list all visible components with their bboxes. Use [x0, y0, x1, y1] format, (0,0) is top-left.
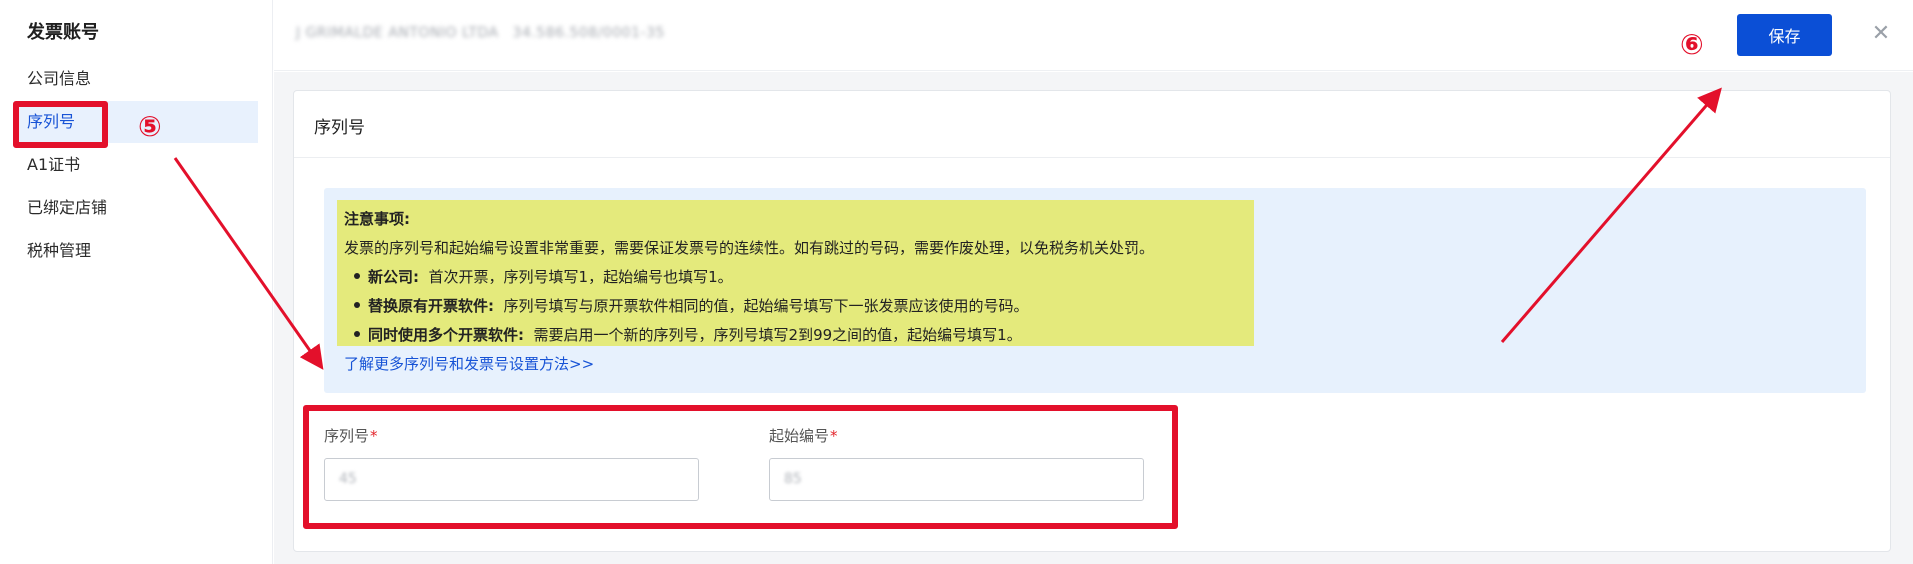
- notice-item-text: 序列号填写与原开票软件相同的值，起始编号填写下一张发票应该使用的号码。: [503, 297, 1029, 315]
- sidebar-item-company-info[interactable]: 公司信息: [14, 58, 258, 100]
- start-number-label: 起始编号*: [769, 427, 838, 445]
- required-mark: *: [370, 427, 378, 445]
- serial-number-label: 序列号*: [324, 427, 378, 445]
- notice-title: 注意事项:: [344, 210, 410, 228]
- sidebar-item-tax-management[interactable]: 税种管理: [14, 230, 258, 272]
- start-number-input[interactable]: 85: [769, 458, 1144, 501]
- top-bar: J GRIMALDE ANTONIO LTDA 34.586.508/0001-3…: [274, 0, 1913, 71]
- card-header: 序列号: [294, 91, 1890, 158]
- sidebar-item-a1-certificate[interactable]: A1证书: [14, 144, 258, 186]
- close-icon[interactable]: ✕: [1866, 19, 1896, 49]
- bullet-icon: [354, 330, 360, 337]
- required-mark: *: [830, 427, 838, 445]
- sidebar-item-serial-number[interactable]: 序列号: [14, 101, 258, 143]
- bullet-icon: [354, 272, 360, 279]
- serial-number-input[interactable]: 45: [324, 458, 699, 501]
- main-content: 序列号 注意事项: 发票的序列号和起始编号设置非常重要，需要保证发票号的连续性。…: [274, 72, 1913, 564]
- sidebar-item-bound-stores[interactable]: 已绑定店铺: [14, 187, 258, 229]
- start-number-value: 85: [784, 471, 802, 487]
- sidebar-title: 发票账号: [27, 22, 99, 43]
- notice-item: 同时使用多个开票软件: 需要启用一个新的序列号，序列号填写2到99之间的值，起始…: [354, 324, 1022, 345]
- notice-item-label: 同时使用多个开票软件:: [368, 326, 524, 344]
- save-button[interactable]: 保存: [1737, 14, 1832, 56]
- sidebar: 发票账号 公司信息 序列号 A1证书 已绑定店铺 税种管理: [0, 0, 273, 564]
- notice-item-label: 新公司:: [368, 268, 419, 286]
- company-name: J GRIMALDE ANTONIO LTDA: [296, 25, 499, 41]
- notice-box: 注意事项: 发票的序列号和起始编号设置非常重要，需要保证发票号的连续性。如有跳过…: [324, 188, 1866, 393]
- company-tax-id: 34.586.508/0001-35: [512, 25, 665, 41]
- learn-more-link[interactable]: 了解更多序列号和发票号设置方法>>: [344, 353, 594, 374]
- serial-number-value: 45: [339, 471, 357, 487]
- notice-item: 新公司: 首次开票，序列号填写1，起始编号也填写1。: [354, 266, 733, 287]
- bullet-icon: [354, 301, 360, 308]
- notice-item: 替换原有开票软件: 序列号填写与原开票软件相同的值，起始编号填写下一张发票应该使…: [354, 295, 1029, 316]
- notice-description: 发票的序列号和起始编号设置非常重要，需要保证发票号的连续性。如有跳过的号码，需要…: [344, 239, 1155, 257]
- notice-item-text: 首次开票，序列号填写1，起始编号也填写1。: [428, 268, 733, 286]
- serial-card: 序列号 注意事项: 发票的序列号和起始编号设置非常重要，需要保证发票号的连续性。…: [293, 90, 1891, 552]
- card-title: 序列号: [314, 118, 365, 138]
- notice-item-label: 替换原有开票软件:: [368, 297, 494, 315]
- company-identity: J GRIMALDE ANTONIO LTDA 34.586.508/0001-3…: [296, 25, 665, 41]
- notice-item-text: 需要启用一个新的序列号，序列号填写2到99之间的值，起始编号填写1。: [533, 326, 1022, 344]
